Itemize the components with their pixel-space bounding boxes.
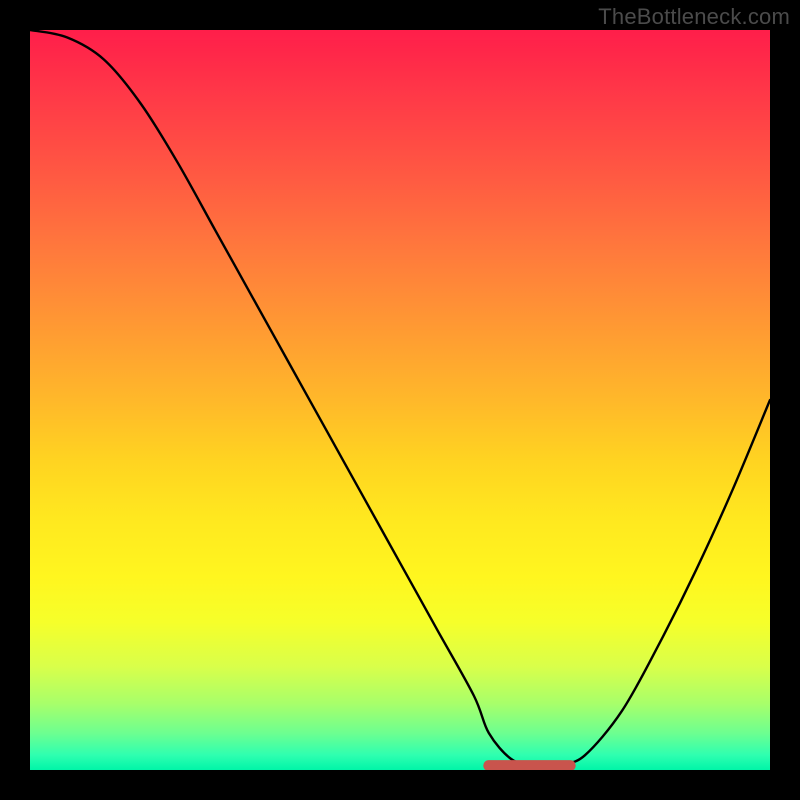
curve-layer xyxy=(30,30,770,770)
chart-frame: TheBottleneck.com xyxy=(0,0,800,800)
plot-area xyxy=(30,30,770,770)
bottleneck-curve xyxy=(30,30,770,767)
attribution-text: TheBottleneck.com xyxy=(598,4,790,30)
